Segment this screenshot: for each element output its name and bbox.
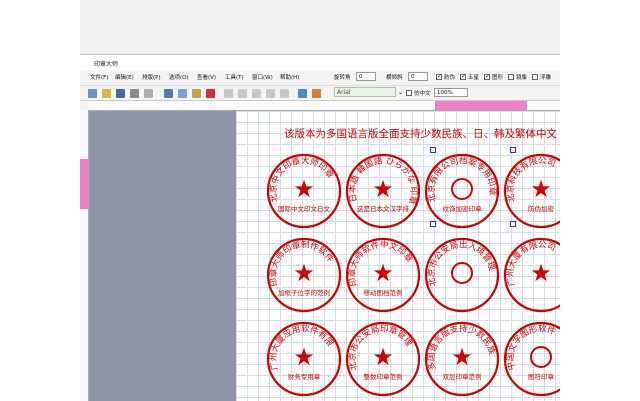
selection-handle[interactable] [430, 147, 436, 153]
seal-stamp[interactable]: 广州大厦应用软件有限★财务专用章 [265, 320, 343, 398]
seal-inner-text: 财务专用章 [288, 372, 321, 381]
ruler-left [80, 111, 89, 401]
seal-stamp[interactable]: 中国文字图形软件图符印章 [502, 320, 560, 398]
seal-stamp[interactable]: 北京市公安局印章管理★整数印章范例 [344, 320, 422, 398]
checkbox-vertical[interactable] [406, 90, 412, 96]
emblem-icon [451, 178, 473, 200]
seal-stamp[interactable]: 广州大厦有限公司★ [502, 236, 560, 314]
checkbox-star[interactable] [460, 73, 466, 80]
star-icon: ★ [293, 175, 315, 203]
new-icon[interactable] [88, 89, 97, 98]
star-icon: ★ [451, 343, 473, 371]
font-select[interactable]: Arial [334, 87, 396, 97]
canvas-headline: 该版本为多国语言版全面支持少数民族、日、韩及繁体中文 [284, 128, 557, 140]
seal-inner-text: 这是日本文汉字排 [357, 204, 410, 213]
ruler-top [88, 101, 560, 111]
color-icon[interactable] [312, 89, 321, 98]
seal-stamp[interactable]: 印章大师软件中文印章★移动图档范例 [344, 236, 422, 314]
checkbox-star-label: 五星 [468, 75, 480, 81]
seal-ring-text: 中国文字图形软件 [505, 323, 558, 371]
seal-inner-text: 加框子位字的范例 [278, 288, 330, 297]
align-bottom-icon[interactable] [280, 89, 289, 98]
checkbox-mirror[interactable] [508, 74, 514, 80]
left-margin [0, 0, 80, 400]
menu-tools[interactable]: 工具(T) [225, 73, 244, 81]
seal-stamp[interactable]: 日本語 韓国語 ひらがな 印章★这是日本文汉字排 [344, 152, 422, 230]
menu-layout[interactable]: 排版(P) [142, 73, 161, 81]
skew-label: 横倾斜 [386, 75, 403, 81]
checkbox-vertical-label: 仿中文 [414, 91, 431, 97]
seal-stamp[interactable]: 北京中文印章大师印章★国际中文印文日文 [265, 152, 343, 230]
cut-icon[interactable] [164, 89, 173, 98]
menu-view[interactable]: 查看(V) [197, 73, 216, 81]
seal-inner-text: 图符印章 [528, 372, 555, 381]
selection-handle[interactable] [510, 147, 516, 153]
checkbox-emboss[interactable] [532, 74, 538, 80]
star-icon: ★ [372, 343, 394, 371]
title-bar: 印章大师 [80, 55, 560, 70]
menu-window[interactable]: 窗口(W) [252, 73, 273, 81]
workspace-background [89, 111, 236, 401]
copy-icon[interactable] [178, 89, 187, 98]
ruler-selection-marker [435, 101, 527, 110]
design-canvas[interactable]: 该版本为多国语言版全面支持少数民族、日、韩及繁体中文 北京中文印章大师印章 ★ 国际… [236, 111, 560, 401]
chart-icon[interactable] [298, 89, 307, 98]
menu-help[interactable]: 帮助(H) [280, 73, 299, 81]
checkbox-mirror-label: 镜像 [516, 75, 528, 81]
seal-inner-text: 整数印章范例 [364, 372, 403, 381]
emblem-icon [451, 262, 473, 284]
rotate-label: 旋转角 [334, 75, 351, 81]
checkbox-antifake[interactable] [436, 73, 442, 80]
seal-stamp[interactable]: 北京市公安局出入境管理 [423, 236, 501, 314]
emblem-icon [530, 346, 552, 368]
window-title: 印章大师 [94, 61, 119, 68]
right-margin [560, 0, 640, 400]
paste-icon[interactable] [192, 89, 201, 98]
align-left-icon[interactable] [224, 89, 233, 98]
seal-inner-text: 防伪加密 [528, 204, 555, 213]
open-icon[interactable] [102, 89, 111, 98]
align-center-icon[interactable] [238, 89, 247, 98]
checkbox-emboss-label: 浮雕 [540, 75, 552, 81]
star-icon: ★ [530, 259, 552, 287]
menu-edit[interactable]: 编辑(E) [115, 73, 134, 81]
star-icon: ★ [293, 259, 315, 287]
desktop-background [80, 0, 560, 54]
seal-stamp[interactable]: 印章大师印章制作软件★加框子位字的范例 [265, 236, 343, 314]
menu-file[interactable]: 文件(F) [90, 73, 108, 81]
preview-icon[interactable] [144, 89, 153, 98]
selection-handle[interactable] [510, 221, 516, 227]
seal-inner-text: 国际中文印文日文 [278, 204, 331, 213]
seal-stamp[interactable]: 北京科技有限公司★防伪加密 [502, 152, 560, 230]
save-icon[interactable] [116, 89, 125, 98]
checkbox-graphic-label: 图形 [492, 75, 504, 81]
checkbox-antifake-label: 防伪 [444, 75, 456, 81]
seal-stamp[interactable]: 北京有限公司档案专用印章纹饰加密印章 [423, 152, 501, 230]
seal-inner-text: 纹饰加密印章 [443, 204, 483, 213]
delete-icon[interactable] [206, 89, 215, 98]
zoom-select[interactable]: 100% [434, 88, 468, 97]
star-icon: ★ [530, 175, 552, 203]
seal-inner-text: 双层印章范例 [443, 372, 482, 381]
seal-stamp[interactable]: 多国语言版支持少数民族★双层印章范例 [423, 320, 501, 398]
toolbar [80, 85, 560, 101]
skew-input[interactable]: 0 [408, 72, 428, 81]
align-right-icon[interactable] [252, 89, 261, 98]
app-window: 印章大师 文件(F) 编辑(E) 排版(P) 选项(O) 查看(V) 工具(T)… [80, 54, 560, 401]
ruler-left-marker [80, 159, 88, 209]
chevron-down-icon[interactable]: ⌄ [398, 89, 403, 96]
selection-handle[interactable] [430, 221, 436, 227]
star-icon: ★ [372, 175, 394, 203]
seal-inner-text: 移动图档范例 [364, 288, 403, 297]
star-icon: ★ [372, 259, 394, 287]
print-icon[interactable] [130, 89, 139, 98]
menu-options[interactable]: 选项(O) [169, 73, 189, 81]
align-top-icon[interactable] [266, 89, 275, 98]
star-icon: ★ [293, 343, 315, 371]
checkbox-graphic[interactable] [484, 73, 490, 80]
rotate-input[interactable]: 0 [356, 72, 376, 81]
